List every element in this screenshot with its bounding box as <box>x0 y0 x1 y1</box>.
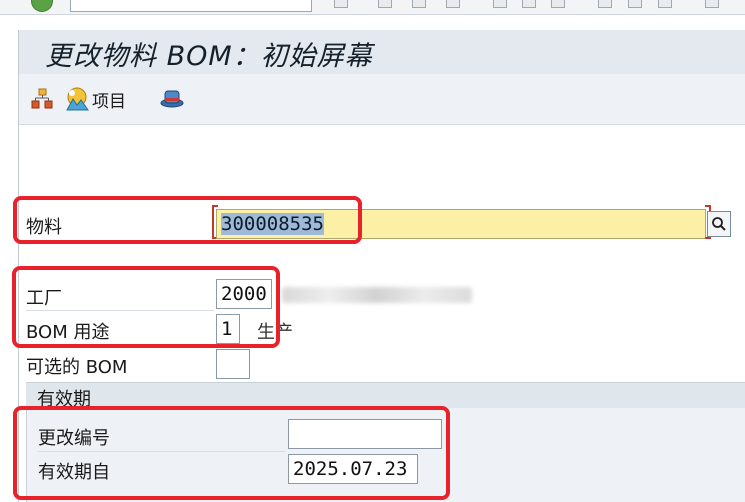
row-divider <box>26 344 214 345</box>
hierarchy-icon <box>31 88 53 109</box>
back-icon[interactable] <box>378 0 392 8</box>
next-page-icon[interactable] <box>658 0 672 8</box>
bom-usage-label: BOM 用途 <box>26 322 110 343</box>
alternative-bom-input[interactable] <box>216 349 250 379</box>
validity-section-header: 有效期 <box>26 382 745 410</box>
plant-description-redacted <box>282 287 472 303</box>
print-icon[interactable] <box>493 0 507 8</box>
bom-usage-description: 生产 <box>257 322 293 343</box>
first-page-icon[interactable] <box>598 0 612 8</box>
plant-input[interactable]: 2000 <box>216 279 272 309</box>
page-title: 更改物料 BOM：初始屏幕 <box>45 41 373 72</box>
valid-from-input[interactable]: 2025.07.23 <box>288 454 418 484</box>
print-hat-icon <box>160 90 184 108</box>
save-icon[interactable] <box>334 0 348 8</box>
plant-label: 工厂 <box>26 288 62 309</box>
material-value: 300008535 <box>221 213 324 235</box>
items-button-label: 项目 <box>92 91 126 112</box>
last-page-icon[interactable] <box>705 0 719 8</box>
enter-icon[interactable] <box>31 0 53 12</box>
hierarchy-button[interactable] <box>30 88 54 110</box>
change-number-input[interactable] <box>288 419 442 449</box>
bom-usage-input[interactable]: 1 <box>216 314 240 344</box>
find-next-icon[interactable] <box>551 0 565 8</box>
search-help-button[interactable] <box>707 211 731 237</box>
valid-from-label: 有效期自 <box>38 462 110 483</box>
items-button[interactable]: 项目 <box>64 86 126 112</box>
row-divider <box>26 310 214 311</box>
material-label: 物料 <box>26 217 62 238</box>
command-field[interactable] <box>70 0 312 12</box>
exit-icon[interactable] <box>412 0 426 8</box>
alternative-bom-label: 可选的 BOM <box>26 357 128 378</box>
print-hat-button[interactable] <box>159 87 185 109</box>
row-divider <box>38 451 286 452</box>
items-icon <box>66 87 89 111</box>
find-icon[interactable] <box>522 0 536 8</box>
material-input[interactable]: 300008535 <box>216 209 706 239</box>
application-toolbar: 项目 <box>19 74 745 125</box>
search-help-icon <box>712 217 726 231</box>
system-toolbar <box>0 0 745 15</box>
cancel-icon[interactable] <box>446 0 460 8</box>
row-divider <box>26 240 214 241</box>
prev-page-icon[interactable] <box>628 0 642 8</box>
change-number-label: 更改编号 <box>38 428 110 449</box>
screen-header: 更改物料 BOM：初始屏幕 <box>19 30 745 74</box>
